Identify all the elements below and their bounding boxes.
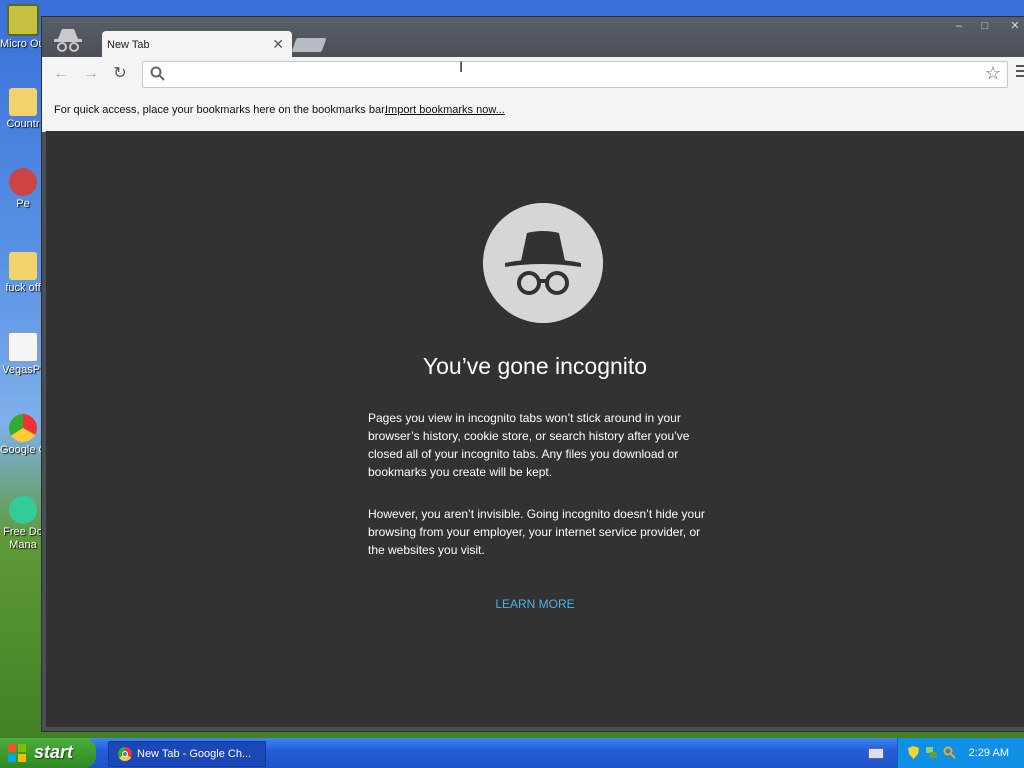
learn-more-link[interactable]: LEARN MORE [46, 597, 1024, 611]
desktop-icon-folder-2[interactable]: fuck off [0, 252, 46, 294]
start-button[interactable]: start [0, 738, 96, 768]
new-tab-button[interactable] [291, 38, 327, 52]
reload-icon[interactable]: ↻ [109, 63, 131, 85]
maximize-button[interactable]: □ [974, 19, 996, 33]
keyboard-icon[interactable] [868, 748, 884, 759]
clock: 2:29 AM [968, 747, 1009, 759]
folder-icon [9, 88, 37, 116]
desktop-icon-app[interactable]: Pe [0, 168, 46, 210]
browser-window: New Tab ✕ – □ ✕ ← → ↻ ☆ For quick access… [42, 17, 1024, 731]
chrome-icon [118, 747, 132, 761]
toolbar: ← → ↻ ☆ [42, 57, 1024, 90]
minimize-button[interactable]: – [948, 19, 970, 33]
incognito-page: You’ve gone incognito Pages you view in … [46, 131, 1024, 727]
start-label: start [34, 742, 74, 762]
forward-arrow-icon[interactable]: → [80, 63, 102, 85]
chrome-icon [9, 414, 37, 442]
address-input[interactable] [171, 65, 975, 85]
taskbar-item-chrome[interactable]: New Tab - Google Ch... [108, 741, 266, 767]
security-shield-icon[interactable] [907, 746, 920, 759]
title-bar[interactable]: New Tab ✕ – □ ✕ [42, 17, 1024, 59]
tab-close-icon[interactable]: ✕ [272, 36, 284, 53]
system-tray: 2:29 AM [897, 738, 1024, 768]
taskbar: start New Tab - Google Ch... 2:29 AM [0, 738, 1024, 768]
close-window-button[interactable]: ✕ [1004, 19, 1024, 33]
bookmark-star-icon[interactable]: ☆ [985, 63, 1001, 84]
outlook-icon [7, 4, 39, 36]
folder-icon [9, 252, 37, 280]
incognito-spy-icon [483, 203, 603, 323]
bookmarks-bar: For quick access, place your bookmarks h… [42, 90, 1024, 132]
search-tray-icon[interactable] [943, 746, 956, 759]
text-cursor-icon: I [459, 60, 464, 76]
taskbar-item-label: New Tab - Google Ch... [137, 748, 252, 760]
desktop-icon-folder[interactable]: Countr [0, 88, 46, 130]
desktop-icon-label: Countr [6, 118, 40, 130]
app-icon [9, 168, 37, 196]
tab-title: New Tab [107, 39, 150, 51]
desktop-icon-label: Pe [16, 198, 30, 210]
incognito-badge-icon [54, 29, 82, 52]
menu-icon[interactable] [1016, 65, 1024, 81]
desktop-icon-label: Free Do Mana [3, 526, 43, 551]
download-manager-icon [9, 496, 37, 524]
page-title: You’ve gone incognito [422, 353, 648, 379]
desktop-icon-label: VegasPr [2, 364, 44, 376]
desktop-icon-download-manager[interactable]: Free Do Mana [0, 496, 46, 552]
desktop-icon-label: fuck off [5, 282, 41, 294]
desktop-icon-outlook[interactable]: Micro Outl [0, 4, 46, 50]
desktop-icon-label: Google C [0, 444, 46, 456]
incognito-description: Pages you view in incognito tabs won’t s… [368, 411, 690, 479]
tab-new-tab[interactable]: New Tab ✕ [102, 31, 292, 59]
desktop-icon-document[interactable]: VegasPr [0, 332, 46, 376]
desktop-icon-chrome[interactable]: Google C [0, 414, 46, 456]
desktop-icon-label: Micro Outl [0, 38, 46, 50]
back-arrow-icon[interactable]: ← [50, 63, 72, 85]
search-icon [150, 66, 165, 81]
network-icon[interactable] [925, 746, 938, 759]
omnibox[interactable]: ☆ [142, 61, 1008, 88]
windows-flag-icon [8, 744, 26, 762]
import-bookmarks-link[interactable]: Import bookmarks now... [385, 104, 505, 116]
incognito-warning: However, you aren’t invisible. Going inc… [368, 507, 705, 557]
bookmarks-message: For quick access, place your bookmarks h… [54, 104, 388, 116]
document-icon [8, 332, 38, 362]
